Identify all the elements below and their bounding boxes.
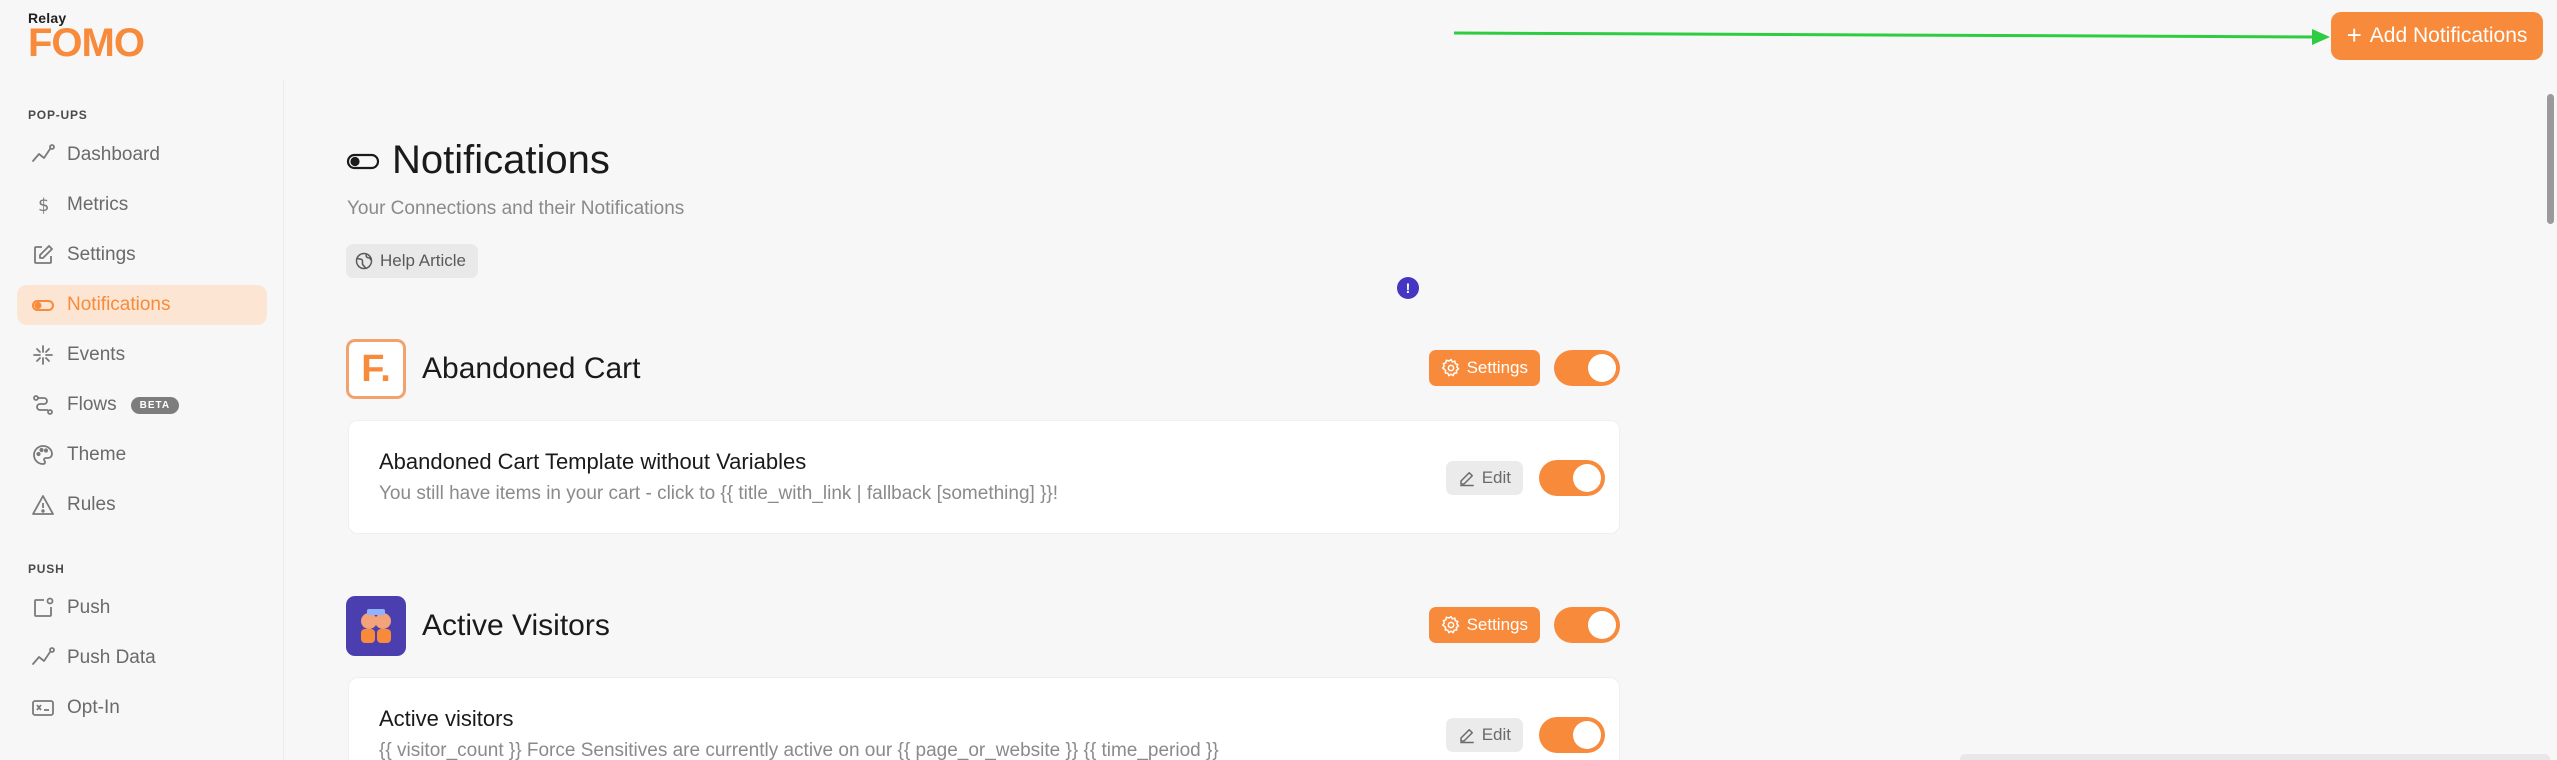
group-settings-button[interactable]: Settings [1428, 350, 1540, 386]
beta-badge: BETA [130, 396, 180, 414]
sidebar-item-label: Dashboard [67, 144, 160, 165]
sidebar-item-label: Theme [67, 444, 127, 465]
add-notifications-button[interactable]: + Add Notifications [2331, 12, 2543, 60]
gear-icon [1441, 358, 1460, 377]
edit-icon [34, 245, 53, 264]
visitors-illustration-icon [361, 609, 391, 643]
sidebar-item-rules[interactable]: Rules [17, 485, 267, 525]
scrollbar-thumb[interactable] [2547, 94, 2554, 224]
toggle-icon [346, 153, 380, 169]
notification-title: Abandoned Cart Template without Variable… [379, 449, 807, 474]
app-window: Relay FOMO + Add Notifications POP-UPS D… [0, 0, 2557, 760]
trend-icon [32, 647, 55, 665]
toggle-knob [1588, 354, 1616, 382]
toggle-icon [32, 300, 54, 311]
notification-actions: Edit [1445, 460, 1605, 496]
pencil-icon [1459, 729, 1474, 744]
add-notifications-label: Add Notifications [2369, 24, 2528, 47]
page-subtitle: Your Connections and their Notifications [347, 198, 685, 219]
plus-icon: + [2346, 20, 2362, 50]
sidebar-item-dashboard[interactable]: Dashboard [17, 135, 267, 175]
sidebar: POP-UPS Dashboard $ Metrics Settings Not… [0, 80, 284, 760]
flow-icon [33, 395, 53, 415]
notification-enable-toggle[interactable] [1539, 460, 1605, 496]
edit-label: Edit [1481, 725, 1511, 744]
notification-title: Active visitors [379, 706, 514, 731]
push-icon [34, 597, 54, 617]
brand-logo[interactable]: Relay FOMO [28, 10, 145, 65]
trend-icon [32, 144, 55, 162]
visitors-app-icon [346, 596, 406, 656]
group-name: Active Visitors [422, 609, 610, 642]
toggle-knob [1588, 611, 1616, 639]
opt-in-icon [32, 700, 54, 716]
top-bar: Relay FOMO + Add Notifications [0, 0, 2557, 80]
notification-card: Active visitors {{ visitor_count }} Forc… [348, 677, 1620, 760]
sidebar-section-popups: POP-UPS [28, 108, 88, 122]
globe-icon [355, 252, 373, 270]
group-enable-toggle[interactable] [1554, 350, 1620, 386]
gear-icon [1441, 615, 1460, 634]
group-header-abandoned-cart: F. Abandoned Cart Settings [346, 338, 1620, 400]
toggle-knob [1573, 721, 1601, 749]
sidebar-item-label: Flows [67, 394, 117, 415]
notification-actions: Edit [1445, 717, 1605, 753]
info-badge[interactable]: ! [1397, 277, 1419, 299]
sidebar-item-theme[interactable]: Theme [17, 435, 267, 475]
sparkle-icon [33, 345, 53, 365]
main-content: Notifications Your Connections and their… [284, 80, 2544, 760]
sidebar-item-metrics[interactable]: $ Metrics [17, 185, 267, 225]
warning-icon [32, 495, 54, 515]
sidebar-item-label: Opt-In [67, 697, 120, 718]
sidebar-item-events[interactable]: Events [17, 335, 267, 375]
sidebar-item-push[interactable]: Push [17, 588, 267, 628]
sidebar-item-label: Events [67, 344, 126, 365]
group-settings-button[interactable]: Settings [1428, 607, 1540, 643]
edit-label: Edit [1481, 468, 1511, 487]
sidebar-item-label: Rules [67, 494, 116, 515]
edit-notification-button[interactable]: Edit [1445, 718, 1523, 752]
group-header-active-visitors: Active Visitors Settings [346, 595, 1620, 657]
sidebar-item-settings[interactable]: Settings [17, 235, 267, 275]
group-actions: Settings [1428, 607, 1620, 643]
logo-main-text: FOMO [28, 21, 145, 65]
sidebar-item-label: Metrics [67, 194, 129, 215]
edit-notification-button[interactable]: Edit [1445, 461, 1523, 495]
notification-enable-toggle[interactable] [1539, 717, 1605, 753]
sidebar-item-label: Push Data [67, 647, 156, 668]
dollar-icon: $ [38, 195, 49, 216]
vertical-scrollbar[interactable] [2544, 80, 2557, 760]
sidebar-item-notifications[interactable]: Notifications [17, 285, 267, 325]
page-title-text: Notifications [392, 138, 610, 182]
sidebar-item-label: Push [67, 597, 111, 618]
pencil-icon [1459, 472, 1474, 487]
group-name: Abandoned Cart [422, 352, 641, 385]
notification-description: You still have items in your cart - clic… [379, 483, 1059, 504]
sidebar-item-push-data[interactable]: Push Data [17, 638, 267, 678]
notification-description: {{ visitor_count }} Force Sensitives are… [379, 740, 1219, 760]
settings-label: Settings [1466, 358, 1528, 377]
sidebar-item-label: Notifications [67, 294, 171, 315]
help-article-label: Help Article [380, 251, 466, 270]
sidebar-item-flows[interactable]: Flows BETA [17, 385, 267, 425]
notification-card: Abandoned Cart Template without Variable… [348, 420, 1620, 534]
palette-icon [33, 445, 53, 465]
page-title: Notifications [346, 138, 610, 183]
sidebar-item-opt-in[interactable]: Opt-In [17, 688, 267, 728]
group-enable-toggle[interactable] [1554, 607, 1620, 643]
sidebar-item-label: Settings [67, 244, 136, 265]
fomo-app-icon: F. [346, 339, 406, 399]
annotation-arrow-icon [1453, 29, 2330, 45]
svg-text:$: $ [38, 195, 49, 216]
bottom-panel-edge [1960, 754, 2550, 760]
settings-label: Settings [1466, 615, 1528, 634]
group-actions: Settings [1428, 350, 1620, 386]
help-article-button[interactable]: Help Article [346, 244, 478, 278]
toggle-knob [1573, 464, 1601, 492]
sidebar-section-push: PUSH [28, 562, 65, 576]
